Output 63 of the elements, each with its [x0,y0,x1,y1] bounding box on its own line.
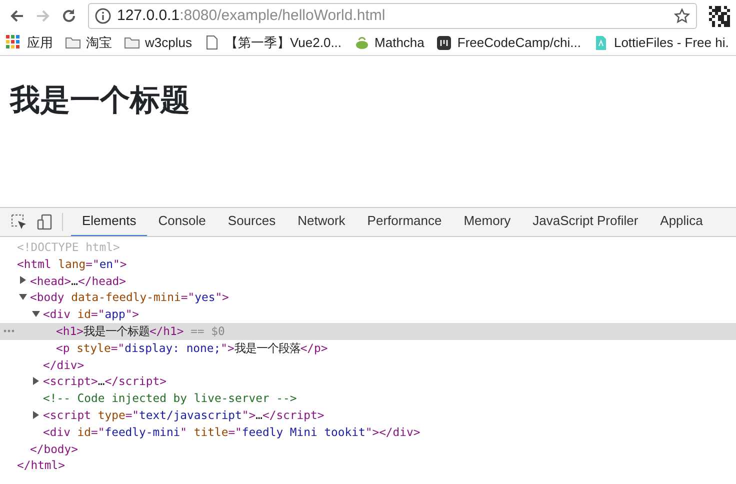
info-icon [95,8,111,24]
dom-node-code: </body> [30,440,78,458]
dom-node-row[interactable]: <h1>我是一个标题</h1> == $0 [0,322,736,340]
dom-node-row[interactable]: </body> [0,440,736,458]
dom-node-code: </html> [17,457,66,474]
bookmark-link[interactable]: 应用 [6,32,53,52]
devtools-tab[interactable]: Console [147,208,217,236]
devtools-tab[interactable]: JavaScript Profiler [522,208,650,236]
dom-node-code: <head>…</head> [30,272,126,290]
device-icon[interactable] [36,213,54,231]
dom-node-row[interactable]: <head>…</head> [0,272,736,290]
dom-node-code: <script type="text/javascript">…</script> [43,406,324,424]
dom-node-code: <!-- Code injected by live-server --> [43,390,297,407]
dom-node-row[interactable]: </div> [0,356,736,374]
page-heading: 我是一个标题 [10,83,191,119]
dom-node-code: <script>…</script> [43,373,166,390]
dom-node-row[interactable]: <script>…</script> [0,373,736,390]
reload-icon [60,7,78,25]
expanded-triangle-icon[interactable] [32,310,40,318]
apps-grid-icon [6,34,22,50]
dom-node-code: <div id="feedly-mini" title="feedly Mini tookit"></div> [43,424,420,441]
dom-node-row[interactable]: <script type="text/javascript">…</script> [0,406,736,424]
devtools-tab[interactable]: Performance [356,208,453,236]
collapsed-triangle-icon[interactable] [19,276,27,284]
bars-logo-icon [436,34,452,50]
bookmark-link[interactable]: LottieFiles - Free hi. [592,32,729,52]
collapsed-triangle-icon[interactable] [32,376,40,385]
dom-node-code: </div> [43,356,84,374]
dom-node-row[interactable]: <html lang="en"> [0,256,736,273]
devtools-tab[interactable]: Memory [452,208,522,236]
dom-node-row[interactable]: <div id="feedly-mini" title="feedly Mini tookit"></div> [0,424,736,441]
dom-node-code: <p style="display: none;">我是一个段落</p> [56,340,328,357]
dom-node-code: <body data-feedly-mini="yes"> [30,289,229,306]
bookmark-link[interactable]: w3cplus [124,32,192,52]
dom-node-code: <html lang="en"> [17,256,127,273]
address-bar[interactable]: 127.0.0.1:8080/example/helloWorld.html [88,3,697,29]
devtools-tab[interactable]: Elements [71,208,148,236]
inspect-icon[interactable] [10,213,28,231]
dom-node-code: <h1>我是一个标题</h1> == $0 [56,322,225,340]
devtools-tab[interactable]: Sources [216,208,287,236]
dom-node-row[interactable]: <!-- Code injected by live-server --> [0,390,736,407]
teapot-icon [354,34,370,50]
bookmark-link[interactable]: FreeCodeCamp/chi... [436,32,581,52]
dom-node-code: <div id="app"> [43,306,140,323]
devtools-tab[interactable]: Network [286,208,356,236]
dom-node-row[interactable]: <p style="display: none;">我是一个段落</p> [0,340,736,357]
expanded-triangle-icon[interactable] [19,292,27,301]
folder-icon [124,34,140,50]
dom-node-row[interactable]: <body data-feedly-mini="yes"> [0,289,736,306]
star-icon[interactable] [674,8,690,24]
qr-code-icon[interactable] [709,6,730,26]
collapsed-triangle-icon[interactable] [32,410,40,418]
folder-icon [65,34,81,50]
bookmark-link[interactable]: 淘宝 [65,32,112,52]
bookmark-link[interactable]: 【第一季】Vue2.0... [204,32,342,52]
page-icon [204,34,220,50]
more-dots-icon [3,329,15,334]
devtools-tab[interactable]: Applica [649,208,714,236]
dom-node-code: <!DOCTYPE html> [17,239,120,256]
dom-node-row[interactable]: </html> [0,457,736,474]
url-text: 127.0.0.1:8080/example/helloWorld.html [117,6,386,26]
bookmark-link[interactable]: Mathcha [354,32,424,52]
dom-node-row[interactable]: <div id="app"> [0,306,736,323]
